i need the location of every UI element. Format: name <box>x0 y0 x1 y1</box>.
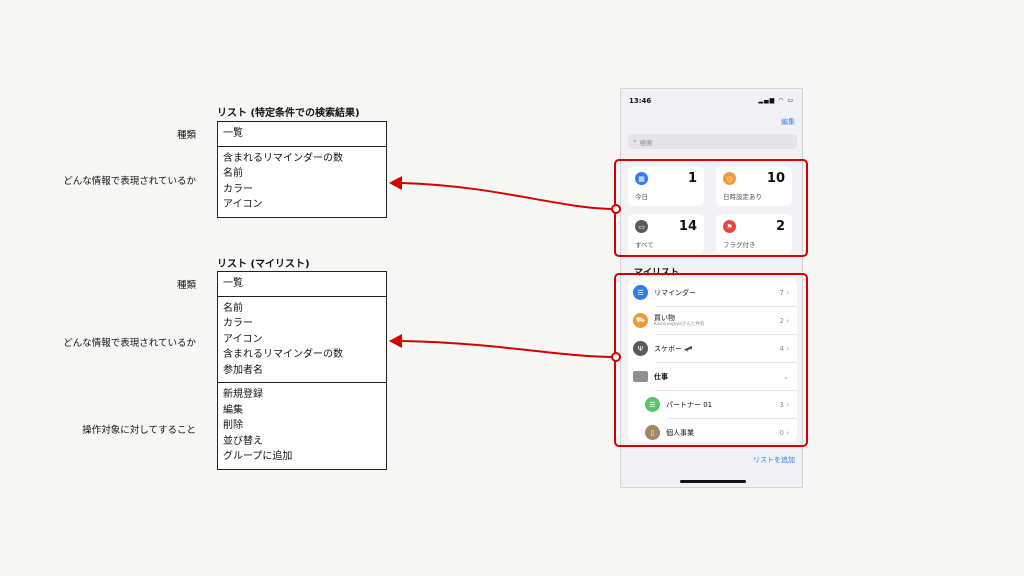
annotation-arrows <box>389 176 621 362</box>
